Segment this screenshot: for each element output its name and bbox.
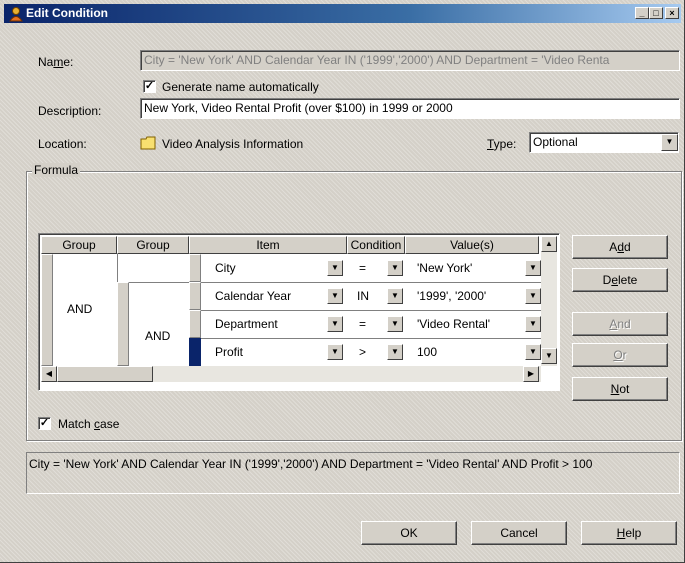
ok-button[interactable]: OK [361, 521, 457, 545]
location-label: Location: [38, 137, 87, 151]
outer-group-handle[interactable] [41, 254, 53, 366]
window-title: Edit Condition [26, 6, 108, 20]
inner-group-handle[interactable] [117, 282, 129, 366]
value-dropdown-button[interactable]: ▼ [525, 288, 541, 304]
row-item[interactable]: City [215, 261, 236, 275]
scroll-right-arrow[interactable]: ▶ [523, 366, 539, 382]
match-case-label: Match case [58, 417, 120, 431]
row-value[interactable]: '1999', '2000' [417, 289, 486, 303]
item-dropdown-button[interactable]: ▼ [327, 288, 343, 304]
value-dropdown-button[interactable]: ▼ [525, 316, 541, 332]
add-button[interactable]: Add [572, 235, 668, 259]
header-group-inner[interactable]: Group [117, 236, 189, 254]
or-button[interactable]: Or [572, 343, 668, 367]
scroll-down-arrow[interactable]: ▼ [541, 348, 557, 364]
row-condition[interactable]: > [359, 345, 366, 359]
and-button[interactable]: And [572, 312, 668, 336]
value-dropdown-button[interactable]: ▼ [525, 344, 541, 360]
row-item[interactable]: Calendar Year [215, 289, 291, 303]
condition-dropdown-button[interactable]: ▼ [387, 344, 403, 360]
formula-grid[interactable]: Group Group Item Condition Value(s) ▲ ▼ … [38, 233, 560, 391]
condition-summary: City = 'New York' AND Calendar Year IN (… [26, 452, 680, 494]
type-dropdown-button[interactable]: ▼ [661, 134, 678, 151]
header-group-outer[interactable]: Group [41, 236, 117, 254]
row-condition[interactable]: = [359, 261, 366, 275]
type-label: Type: [487, 137, 517, 151]
condition-icon [9, 7, 23, 22]
scroll-left-arrow[interactable]: ◀ [41, 366, 57, 382]
edit-condition-dialog: Edit Condition _ □ × Name: City = 'New Y… [0, 0, 685, 563]
header-values[interactable]: Value(s) [405, 236, 539, 254]
type-select-value: Optional [533, 135, 578, 149]
row-condition[interactable]: IN [357, 289, 369, 303]
item-dropdown-button[interactable]: ▼ [327, 316, 343, 332]
row-handle[interactable] [189, 310, 201, 338]
row-handle-selected[interactable] [189, 338, 201, 366]
condition-dropdown-button[interactable]: ▼ [387, 288, 403, 304]
scroll-up-arrow[interactable]: ▲ [541, 236, 557, 252]
row-value[interactable]: 'New York' [417, 261, 472, 275]
row-item[interactable]: Profit [215, 345, 243, 359]
header-condition[interactable]: Condition [347, 236, 405, 254]
outer-group-and: AND [67, 302, 93, 316]
name-label: Name: [38, 55, 74, 69]
description-label: Description: [38, 104, 102, 118]
row-handle[interactable] [189, 282, 201, 310]
row-value[interactable]: 100 [417, 345, 437, 359]
close-button[interactable]: × [665, 7, 679, 19]
folder-icon [140, 136, 156, 150]
condition-dropdown-button[interactable]: ▼ [387, 316, 403, 332]
minimize-button[interactable]: _ [635, 7, 649, 19]
not-button[interactable]: Not [572, 377, 668, 401]
type-select[interactable]: Optional [529, 132, 679, 153]
row-item[interactable]: Department [215, 317, 278, 331]
row-condition[interactable]: = [359, 317, 366, 331]
inner-group-and: AND [145, 329, 171, 343]
item-dropdown-button[interactable]: ▼ [327, 344, 343, 360]
row-handle[interactable] [189, 254, 201, 282]
location-value: Video Analysis Information [162, 137, 304, 151]
cancel-button[interactable]: Cancel [471, 521, 567, 545]
description-field[interactable]: New York, Video Rental Profit (over $100… [140, 98, 680, 119]
name-field[interactable]: City = 'New York' AND Calendar Year IN (… [140, 50, 680, 71]
title-bar: Edit Condition _ □ × [4, 4, 681, 23]
value-dropdown-button[interactable]: ▼ [525, 260, 541, 276]
generate-name-checkbox[interactable]: ✓ [143, 80, 156, 93]
grid-vertical-scrollbar[interactable] [541, 236, 557, 366]
scroll-thumb[interactable] [57, 366, 153, 382]
item-dropdown-button[interactable]: ▼ [327, 260, 343, 276]
formula-group-title: Formula [32, 163, 81, 177]
maximize-button[interactable]: □ [649, 7, 663, 19]
row-value[interactable]: 'Video Rental' [417, 317, 490, 331]
match-case-checkbox[interactable]: ✓ [38, 417, 51, 430]
help-button[interactable]: Help [581, 521, 677, 545]
header-item[interactable]: Item [189, 236, 347, 254]
condition-dropdown-button[interactable]: ▼ [387, 260, 403, 276]
delete-button[interactable]: Delete [572, 268, 668, 292]
generate-name-label: Generate name automatically [162, 80, 319, 94]
